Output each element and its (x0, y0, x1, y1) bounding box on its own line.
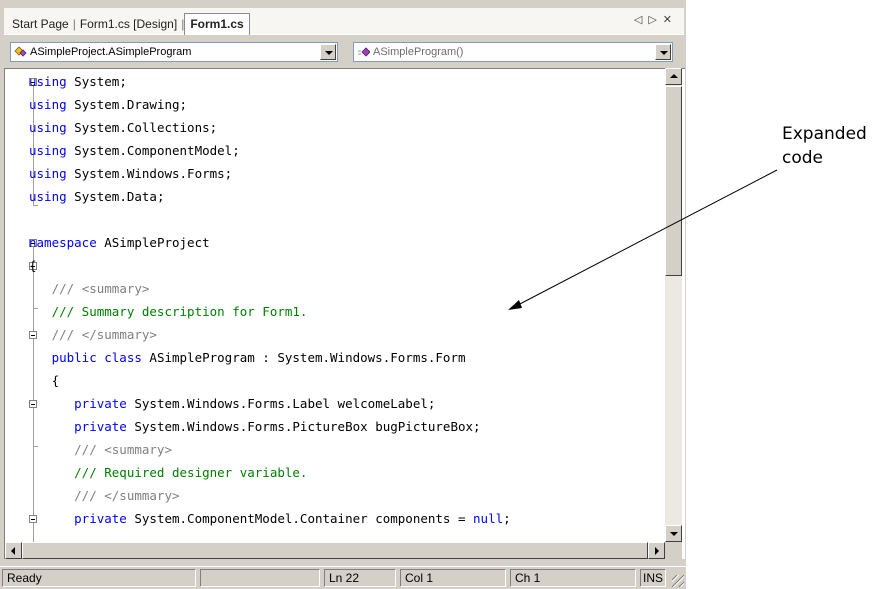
annotation-arrow (508, 169, 778, 310)
